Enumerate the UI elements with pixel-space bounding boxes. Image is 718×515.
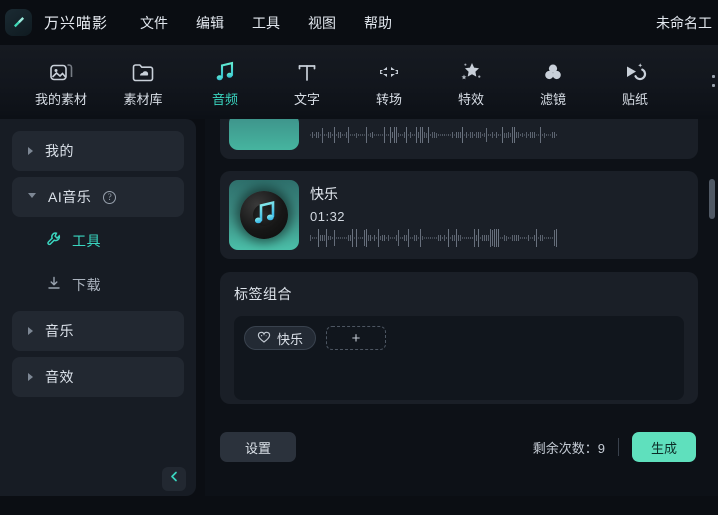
toolbar-item-library[interactable]: 素材库 — [102, 57, 184, 108]
sidebar-item-label: 工具 — [72, 233, 101, 249]
toolbar-label: 转场 — [375, 91, 402, 107]
settings-button[interactable]: 设置 — [220, 432, 296, 462]
audio-duration: 01:32 — [310, 209, 346, 224]
sidebar-group-mine[interactable]: 我的 — [12, 131, 184, 171]
divider — [618, 438, 619, 456]
menu-item-edit[interactable]: 编辑 — [196, 13, 224, 33]
toolbar-label: 音频 — [211, 91, 238, 107]
toolbar-overflow-indicator[interactable] — [712, 69, 716, 95]
sidebar-item-tools[interactable]: 工具 — [12, 221, 184, 261]
toolbar-item-transition[interactable]: 转场 — [348, 57, 430, 108]
main-toolbar: 我的素材 素材库 音频 文字 转场 特效 滤镜 贴纸 — [0, 45, 718, 119]
remaining-count: 剩余次数：9 — [532, 440, 605, 456]
sidebar-group-label: AI音乐 — [48, 189, 92, 205]
sidebar-group-label: 音效 — [45, 369, 74, 385]
sidebar-item-downloads[interactable]: 下载 — [12, 265, 184, 305]
sidebar-group-label: 音乐 — [45, 323, 74, 339]
vertical-scrollbar-thumb[interactable] — [709, 179, 715, 219]
chevron-down-icon — [28, 192, 36, 202]
sparkle-star-icon — [458, 57, 484, 83]
chevron-right-icon — [28, 327, 33, 335]
download-icon — [46, 275, 62, 296]
toolbar-label: 滤镜 — [539, 91, 566, 107]
tag-list: 快乐 + — [234, 316, 684, 400]
toolbar-item-filters[interactable]: 滤镜 — [512, 57, 594, 108]
tag-chip-label: 快乐 — [277, 331, 304, 347]
waveform[interactable] — [310, 228, 685, 248]
audio-thumbnail — [229, 180, 299, 250]
sidebar-item-label: 下载 — [72, 277, 101, 293]
menu-item-tools[interactable]: 工具 — [252, 13, 280, 33]
toolbar-label: 文字 — [293, 91, 320, 107]
menu-bar: 文件 编辑 工具 视图 帮助 — [140, 13, 392, 33]
music-note-icon — [251, 198, 279, 233]
document-title: 未命名工 — [656, 14, 712, 31]
wondershare-logo-icon — [11, 15, 26, 30]
audio-thumbnail — [229, 119, 299, 150]
toolbar-label: 我的素材 — [34, 91, 87, 107]
sidebar-collapse-button[interactable] — [162, 467, 186, 491]
waveform — [310, 125, 685, 145]
help-circle-icon[interactable]: ? — [103, 190, 117, 204]
app-name: 万兴喵影 — [44, 15, 109, 32]
tag-chip-happy[interactable]: 快乐 — [244, 326, 317, 350]
toolbar-item-my-media[interactable]: 我的素材 — [20, 57, 102, 108]
menu-item-help[interactable]: 帮助 — [364, 13, 392, 33]
filter-circles-icon — [541, 57, 565, 83]
chevron-left-icon — [168, 470, 181, 488]
sidebar-group-label: 我的 — [45, 143, 74, 159]
toolbar-item-audio[interactable]: 音频 — [184, 57, 266, 108]
sticker-icon — [622, 57, 648, 83]
chevron-right-icon — [28, 373, 33, 381]
sidebar-group-ai-music[interactable]: AI音乐 ? — [12, 177, 184, 217]
bottom-bar — [0, 496, 718, 515]
toolbar-label: 特效 — [457, 91, 484, 107]
toolbar-item-text[interactable]: 文字 — [266, 57, 348, 108]
title-bar: 万兴喵影 文件 编辑 工具 视图 帮助 未命名工 — [0, 0, 718, 45]
audio-card[interactable]: 快乐 01:32 — [220, 171, 698, 259]
generate-button[interactable]: 生成 — [632, 432, 696, 462]
toolbar-item-stickers[interactable]: 贴纸 — [594, 57, 676, 108]
tag-panel-heading: 标签组合 — [234, 286, 292, 302]
sidebar-group-music[interactable]: 音乐 — [12, 311, 184, 351]
audio-card-partial[interactable] — [220, 119, 698, 159]
text-t-icon — [295, 57, 319, 83]
image-stack-icon — [49, 57, 73, 83]
sidebar: 我的 AI音乐 ? 工具 下载 音乐 音效 — [0, 119, 196, 496]
audio-title: 快乐 — [310, 186, 338, 202]
add-tag-button[interactable]: + — [326, 326, 387, 350]
menu-item-view[interactable]: 视图 — [308, 13, 336, 33]
chevron-right-icon — [28, 147, 33, 155]
action-bar: 设置 剩余次数：9 生成 — [220, 422, 698, 472]
wrench-icon — [46, 231, 62, 252]
toolbar-label: 素材库 — [123, 91, 163, 107]
tag-combination-panel: 标签组合 快乐 + — [220, 272, 698, 404]
music-note-icon — [213, 57, 237, 83]
smiley-heart-icon — [257, 330, 271, 347]
sidebar-group-sound-effects[interactable]: 音效 — [12, 357, 184, 397]
transition-arrows-icon — [376, 57, 402, 83]
menu-item-file[interactable]: 文件 — [140, 13, 168, 33]
app-logo[interactable] — [5, 9, 32, 36]
toolbar-label: 贴纸 — [621, 91, 648, 107]
main-panel: 你可以浏览过去30天的历史生成记录 快乐 01:32 标签 — [205, 119, 718, 515]
toolbar-item-effects[interactable]: 特效 — [430, 57, 512, 108]
folder-cloud-icon — [131, 57, 155, 83]
